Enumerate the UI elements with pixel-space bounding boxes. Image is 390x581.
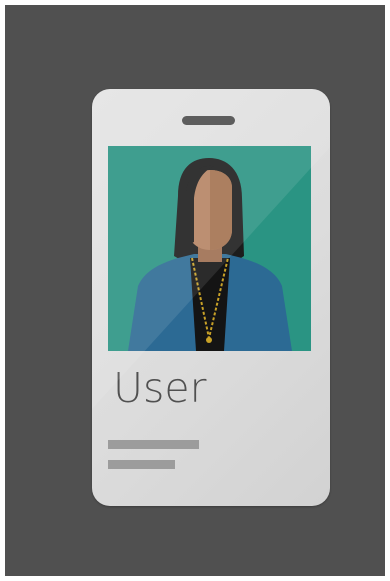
badge-slot — [182, 116, 235, 125]
id-badge-icon: User — [92, 89, 330, 506]
person-avatar-icon — [108, 146, 311, 351]
background-panel: User — [5, 5, 385, 576]
user-label: User — [113, 364, 207, 412]
info-line — [108, 460, 175, 469]
avatar-illustration — [108, 146, 311, 351]
necklace-pendant — [206, 337, 212, 343]
face-shade — [210, 170, 232, 250]
info-line — [108, 440, 199, 449]
